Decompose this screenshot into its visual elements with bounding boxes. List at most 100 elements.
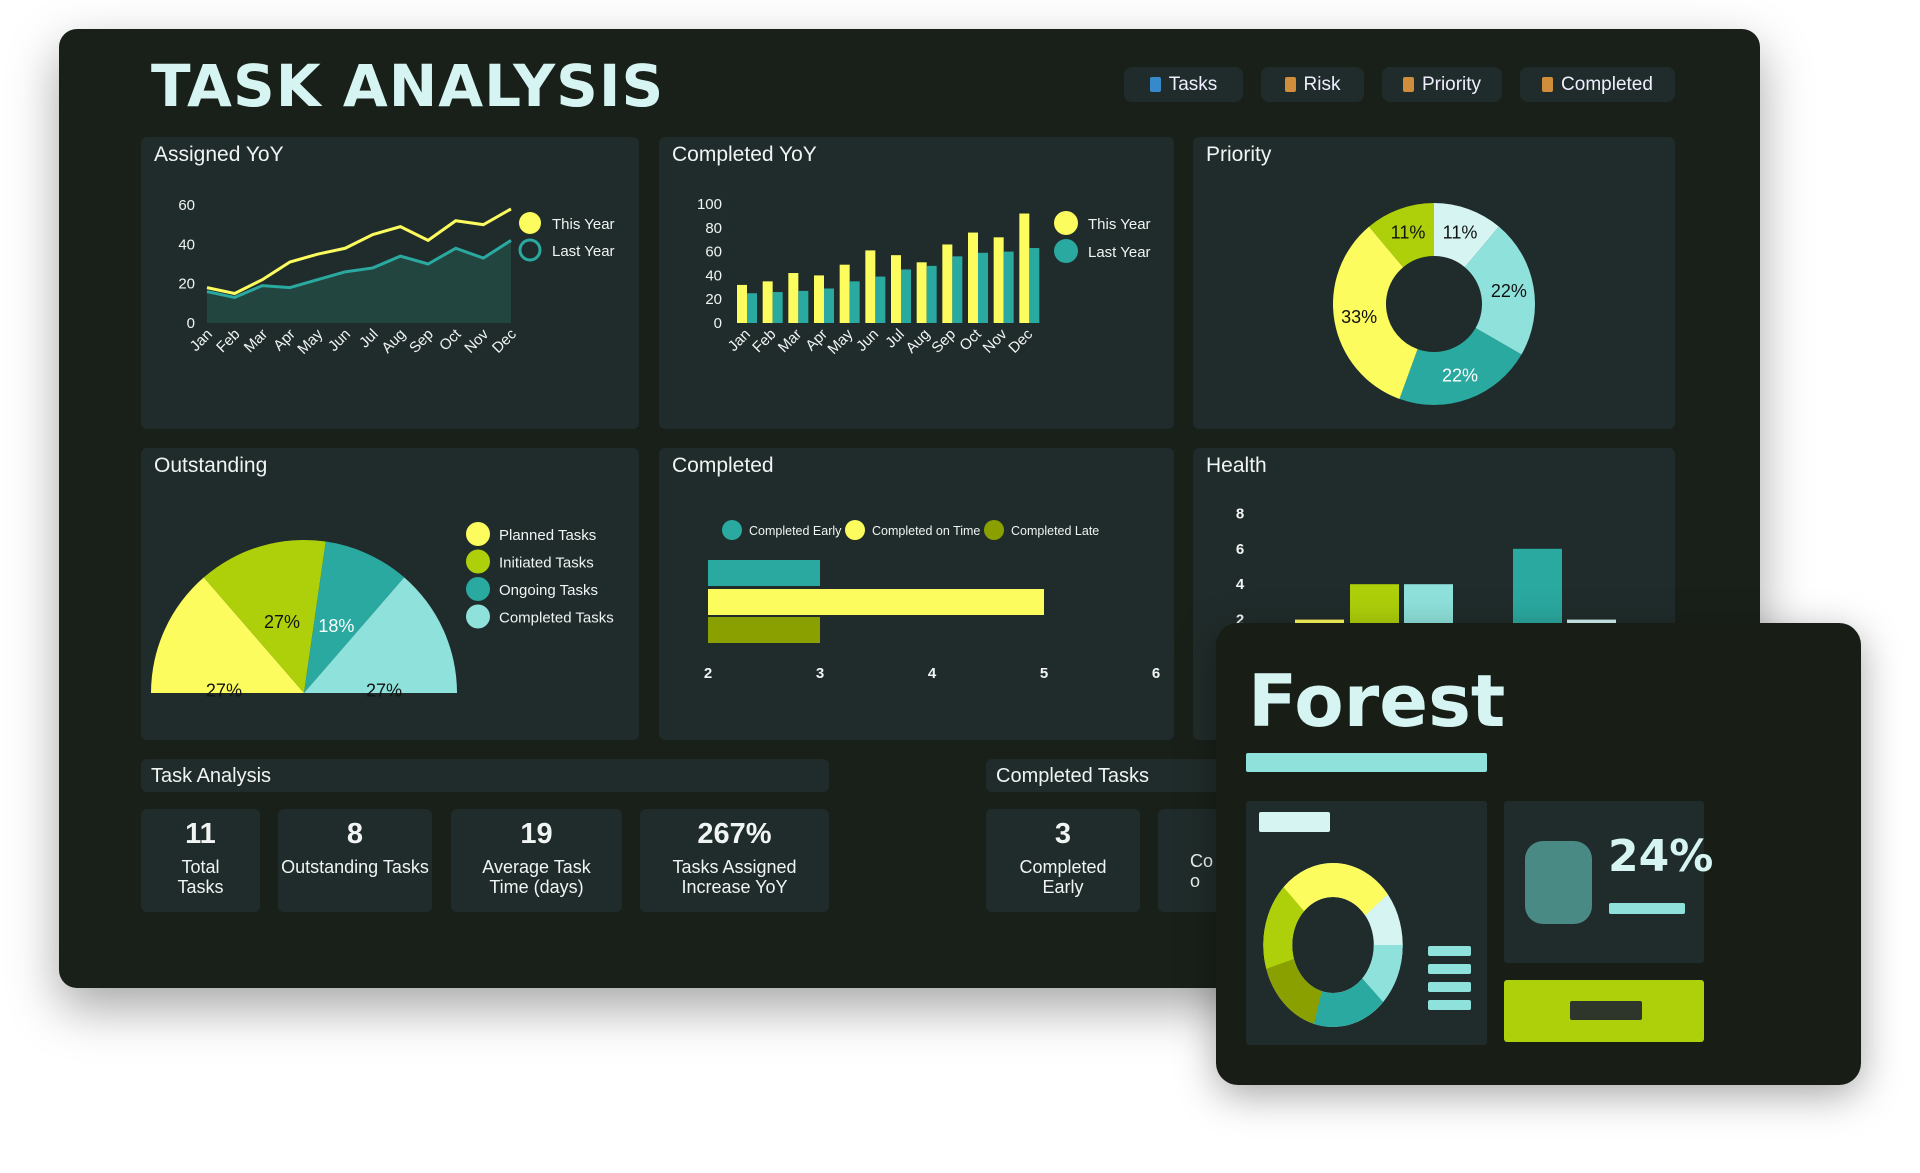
x-tick-label: Nov: [461, 325, 492, 356]
legend-label: Planned Tasks: [499, 527, 596, 544]
y-tick-label: 80: [705, 220, 722, 237]
legend-marker: [722, 520, 742, 540]
x-tick-label: Dec: [489, 325, 520, 356]
hbar-completed-early: [708, 560, 820, 586]
y-tick-label: 0: [714, 315, 722, 332]
y-tick-label: 60: [178, 197, 195, 214]
y-tick-label: 40: [705, 267, 722, 284]
bar-last-year-apr: [824, 288, 834, 323]
legend-marker: [466, 549, 490, 574]
legend-line: [1428, 982, 1471, 992]
y-tick-label: 20: [178, 276, 195, 293]
bar-last-year-feb: [772, 292, 783, 323]
legend-last-year-marker: [1054, 239, 1078, 263]
slice-label: 22%: [1442, 365, 1478, 385]
preview-action-button: [1504, 980, 1704, 1042]
legend-last-year: Last Year: [1088, 244, 1151, 261]
bar-last-year-jul: [901, 269, 911, 323]
x-tick-label: Aug: [378, 326, 409, 357]
legend-line: [1428, 964, 1471, 974]
slice-label: 27%: [264, 612, 300, 632]
bar-this-year-mar: [788, 273, 799, 323]
slice-label: 11%: [1443, 223, 1478, 243]
preview-donut: [1263, 863, 1471, 1027]
y-tick-label: 60: [705, 244, 722, 261]
legend-marker: [466, 604, 490, 629]
x-tick-label: Jun: [853, 326, 882, 355]
kpi-icon-placeholder: [1525, 841, 1592, 924]
legend-this-year-marker: [1054, 211, 1078, 235]
bar-last-year-dec: [1029, 248, 1040, 323]
x-tick-label: Oct: [436, 325, 465, 354]
x-tick-label: Dec: [1005, 325, 1036, 356]
legend-label: Completed on Time: [872, 524, 980, 538]
legend-this-year: This Year: [1088, 216, 1151, 233]
forest-theme-card[interactable]: Forest 24%: [1216, 623, 1861, 1085]
bar-this-year-may: [839, 264, 850, 323]
x-tick-label: Jul: [882, 326, 908, 352]
bar-this-year-apr: [814, 275, 824, 323]
x-tick-label: Sep: [928, 326, 959, 357]
x-tick-label: May: [824, 325, 856, 357]
x-tick-label: Jun: [325, 326, 354, 355]
y-tick-label: 8: [1236, 505, 1244, 522]
legend-this-year: This Year: [552, 216, 615, 233]
legend-marker: [845, 520, 865, 540]
x-tick-label: 3: [816, 665, 824, 682]
hbar-completed-on-time: [708, 589, 1044, 615]
button-label-placeholder: [1570, 1001, 1642, 1020]
bar-this-year-aug: [916, 262, 927, 323]
bar-this-year-dec: [1019, 213, 1030, 323]
legend-label: Initiated Tasks: [499, 555, 594, 572]
kpi-percent: 24%: [1608, 831, 1714, 882]
legend-label: Completed Early: [749, 524, 842, 538]
y-tick-label: 6: [1236, 541, 1244, 558]
bar-last-year-oct: [978, 252, 988, 323]
slice-label: 22%: [1491, 281, 1527, 301]
legend-last-year-marker: [518, 238, 542, 262]
bar-this-year-sep: [942, 244, 953, 323]
y-tick-label: 40: [178, 236, 195, 253]
x-tick-label: Apr: [270, 326, 299, 355]
x-tick-label: 6: [1152, 665, 1160, 682]
legend-line: [1428, 1000, 1471, 1010]
preview-left-panel: [1246, 801, 1487, 1045]
x-tick-label: 4: [928, 665, 937, 682]
hbar-completed-late: [708, 617, 820, 643]
x-tick-label: Oct: [956, 325, 985, 354]
y-tick-label: 0: [187, 315, 195, 332]
kpi-bar: [1609, 903, 1685, 914]
theme-title: Forest: [1248, 659, 1506, 743]
slice-label: 33%: [1341, 307, 1377, 327]
bar-last-year-jan: [747, 293, 757, 323]
bar-last-year-mar: [798, 290, 809, 323]
bar-this-year-jun: [865, 250, 876, 323]
bar-this-year-nov: [993, 237, 1004, 323]
x-tick-label: Feb: [213, 326, 243, 356]
x-tick-label: Apr: [802, 326, 831, 355]
slice-label: 27%: [206, 680, 242, 700]
slice-label: 27%: [366, 680, 402, 700]
x-tick-label: Jul: [356, 326, 382, 352]
x-tick-label: Sep: [406, 326, 437, 357]
bar-this-year-jul: [891, 255, 901, 323]
bar-this-year-jan: [737, 284, 747, 323]
slice-label: 18%: [318, 616, 354, 636]
x-tick-label: Nov: [980, 325, 1011, 356]
legend-marker: [466, 522, 490, 546]
bar-last-year-aug: [926, 265, 937, 323]
legend-marker: [466, 577, 490, 601]
x-tick-label: 5: [1040, 665, 1048, 682]
legend-line: [1428, 946, 1471, 956]
legend-last-year: Last Year: [552, 243, 615, 260]
legend-marker: [984, 520, 1004, 540]
bar-this-year-feb: [762, 281, 773, 323]
x-tick-label: Feb: [749, 326, 779, 356]
slice-label: 11%: [1391, 223, 1426, 243]
y-tick-label: 4: [1236, 576, 1245, 593]
legend-label: Ongoing Tasks: [499, 582, 598, 599]
y-tick-label: 20: [705, 291, 722, 308]
bar-last-year-nov: [1003, 251, 1014, 323]
x-tick-label: Jan: [725, 326, 754, 355]
x-tick-label: 2: [704, 665, 712, 682]
